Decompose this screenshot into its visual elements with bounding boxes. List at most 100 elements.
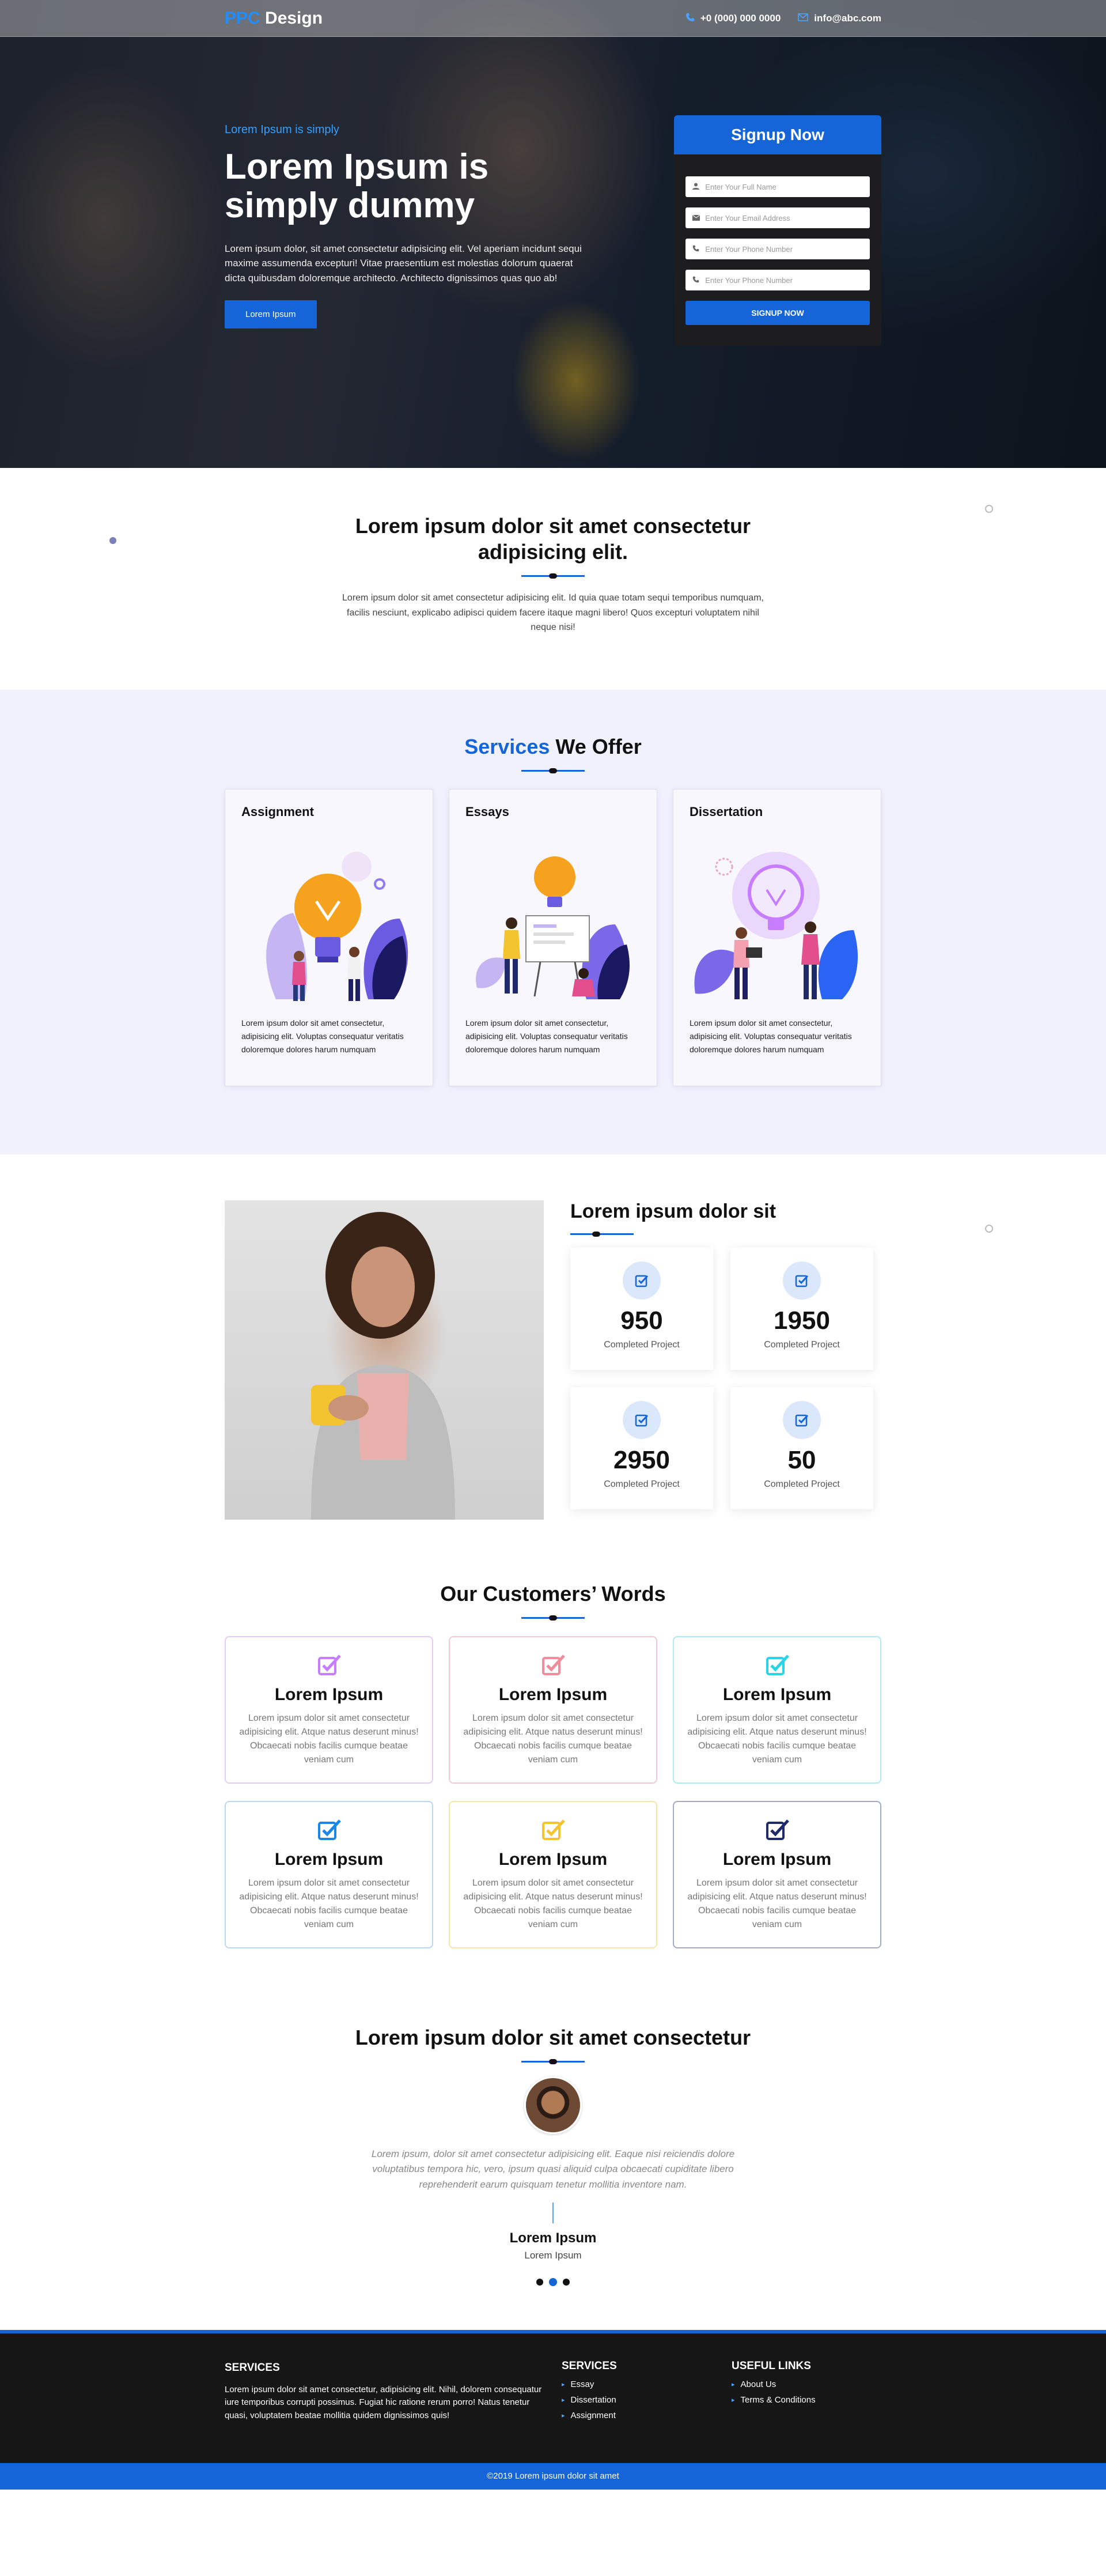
phone-input[interactable] — [705, 244, 863, 254]
hero-cta-button[interactable]: Lorem Ipsum — [225, 300, 317, 329]
check-square-icon — [542, 1655, 565, 1675]
footer: SERVICES Lorem ipsum dolor sit amet cons… — [0, 2330, 1106, 2463]
avatar — [524, 2076, 582, 2134]
hero-description: Lorem ipsum dolor, sit amet consectetur … — [225, 243, 582, 284]
footer-link-terms[interactable]: ▸ Terms & Conditions — [732, 2395, 816, 2405]
full-name-field[interactable] — [685, 176, 870, 197]
stat-card: 950 Completed Project — [570, 1248, 713, 1370]
chevron-right-icon: ▸ — [562, 2397, 565, 2404]
footer-link-label: About Us — [740, 2379, 777, 2389]
stat-number: 1950 — [774, 1306, 830, 1335]
footer-link-about-us[interactable]: ▸ About Us — [732, 2379, 816, 2389]
word-card: Lorem Ipsum Lorem ipsum dolor sit amet c… — [225, 1636, 433, 1784]
service-cards: Assignment Lorem ipsum dolor sit amet co… — [225, 789, 881, 1086]
mail-icon — [798, 13, 809, 24]
email-input[interactable] — [705, 213, 863, 222]
services-title: Services We Offer — [225, 734, 881, 760]
word-text: Lorem ipsum dolor sit amet consectetur a… — [463, 1878, 643, 1929]
word-card: Lorem Ipsum Lorem ipsum dolor sit amet c… — [673, 1801, 881, 1948]
hero-kicker: Lorem Ipsum is simply — [225, 123, 339, 136]
customer-words-section: Our Customers’ Words Lorem Ipsum Lorem i… — [0, 1569, 1106, 2024]
testimonial-title: Lorem ipsum dolor sit amet consectetur — [355, 2026, 751, 2049]
word-title: Lorem Ipsum — [722, 1850, 832, 1869]
check-square-icon — [318, 1655, 341, 1675]
testimonial-quote: Lorem ipsum, dolor sit amet consectetur … — [371, 2148, 735, 2190]
decorative-circle — [985, 505, 993, 513]
stat-card: 50 Completed Project — [730, 1387, 873, 1509]
service-card-text: Lorem ipsum dolor sit amet consectetur, … — [465, 1018, 628, 1055]
word-title: Lorem Ipsum — [722, 1685, 832, 1704]
stat-label: Completed Project — [764, 1479, 840, 1489]
footer-link-dissertation[interactable]: ▸ Dissertation — [562, 2395, 732, 2405]
hero-section: Lorem Ipsum is simply Lorem Ipsum is sim… — [0, 0, 1106, 468]
service-card-assignment[interactable]: Assignment Lorem ipsum dolor sit amet co… — [225, 789, 433, 1086]
service-card-essays[interactable]: Essays Lorem ipsum dolor sit amet consec… — [449, 789, 657, 1086]
email-field[interactable] — [685, 207, 870, 228]
services-section: Services We Offer Assignment Lorem ipsum… — [0, 690, 1106, 1154]
stat-number: 2950 — [613, 1446, 670, 1474]
header-contact: +0 (000) 000 0000 info@abc.com — [685, 13, 881, 25]
header-phone[interactable]: +0 (000) 000 0000 — [685, 13, 781, 25]
decorative-dot — [109, 537, 116, 544]
stat-number: 950 — [620, 1306, 663, 1335]
logo[interactable]: PPC Design — [225, 9, 323, 28]
chevron-right-icon: ▸ — [732, 2397, 735, 2404]
service-card-text: Lorem ipsum dolor sit amet consectetur, … — [690, 1018, 852, 1055]
stat-label: Completed Project — [604, 1479, 680, 1489]
service-card-title: Essays — [465, 804, 509, 819]
footer-link-label: Dissertation — [570, 2395, 616, 2405]
intro-section: Lorem ipsum dolor sit amet consectetur a… — [0, 468, 1106, 690]
carousel-dot-active[interactable] — [549, 2278, 557, 2287]
user-icon — [692, 183, 705, 191]
word-title: Lorem Ipsum — [274, 1685, 384, 1704]
footer-link-assignment[interactable]: ▸ Assignment — [562, 2411, 732, 2420]
footer-services: SERVICES ▸ Essay ▸ Dissertation ▸ Assignmen… — [562, 2360, 732, 2426]
carousel-dot[interactable] — [563, 2279, 570, 2286]
stat-card: 1950 Completed Project — [730, 1248, 873, 1370]
phone-input-2[interactable] — [705, 275, 863, 285]
signup-button[interactable]: SIGNUP NOW — [685, 301, 870, 325]
lightbulb-illustration — [241, 832, 416, 1005]
copyright-bar: ©2019 Lorem ipsum dolor sit amet — [0, 2463, 1106, 2490]
service-card-text: Lorem ipsum dolor sit amet consectetur, … — [241, 1018, 404, 1055]
testimonial-section: Lorem ipsum dolor sit amet consectetur L… — [0, 2024, 1106, 2330]
hero-title: Lorem Ipsum is simply dummy — [225, 147, 489, 225]
check-square-icon — [318, 1819, 341, 1840]
footer-about-text: Lorem ipsum dolor sit amet consectetur, … — [225, 2384, 542, 2420]
footer-link-label: Terms & Conditions — [740, 2395, 816, 2405]
idea-illustration — [690, 832, 865, 1005]
stats-content: Lorem ipsum dolor sit 950 Completed Proj… — [570, 1200, 881, 1520]
testimonial-role: Lorem Ipsum — [524, 2250, 582, 2261]
header-email[interactable]: info@abc.com — [798, 13, 881, 25]
signup-form: Signup Now Enter Your Full Name Enter Yo… — [674, 115, 881, 346]
copyright-text: ©2019 Lorem ipsum dolor sit amet — [487, 2471, 619, 2481]
top-header: PPC Design +0 (000) 000 0000 info@abc.co… — [0, 0, 1106, 37]
footer-link-essay[interactable]: ▸ Essay — [562, 2379, 732, 2389]
check-square-icon — [542, 1819, 565, 1840]
word-title: Lorem Ipsum — [498, 1685, 608, 1704]
header-email-text: info@abc.com — [814, 13, 881, 24]
phone-field[interactable] — [685, 239, 870, 259]
chevron-right-icon: ▸ — [732, 2381, 735, 2388]
service-card-dissertation[interactable]: Dissertation Lorem ipsum dolor sit amet … — [673, 789, 881, 1086]
check-square-icon — [623, 1261, 661, 1300]
phone-icon — [692, 245, 705, 254]
phone-field-2[interactable] — [685, 270, 870, 290]
stat-number: 50 — [787, 1446, 816, 1474]
full-name-input[interactable] — [705, 182, 863, 191]
stats-section: Lorem ipsum dolor sit 950 Completed Proj… — [0, 1154, 1106, 1569]
chevron-right-icon: ▸ — [562, 2412, 565, 2419]
word-card: Lorem Ipsum Lorem ipsum dolor sit amet c… — [449, 1801, 657, 1948]
word-text: Lorem ipsum dolor sit amet consectetur a… — [239, 1878, 419, 1929]
services-title-rest: We Offer — [550, 735, 642, 758]
word-text: Lorem ipsum dolor sit amet consectetur a… — [239, 1713, 419, 1765]
title-divider — [570, 1233, 634, 1235]
testimonial-name: Lorem Ipsum — [509, 2230, 597, 2246]
carousel-dot[interactable] — [536, 2279, 543, 2286]
stats-grid: 950 Completed Project 1950 Completed Pro… — [570, 1248, 881, 1509]
word-text: Lorem ipsum dolor sit amet consectetur a… — [463, 1713, 643, 1765]
title-divider — [521, 2061, 585, 2063]
word-card: Lorem Ipsum Lorem ipsum dolor sit amet c… — [449, 1636, 657, 1784]
check-square-icon — [623, 1401, 661, 1439]
word-card: Lorem Ipsum Lorem ipsum dolor sit amet c… — [225, 1801, 433, 1948]
